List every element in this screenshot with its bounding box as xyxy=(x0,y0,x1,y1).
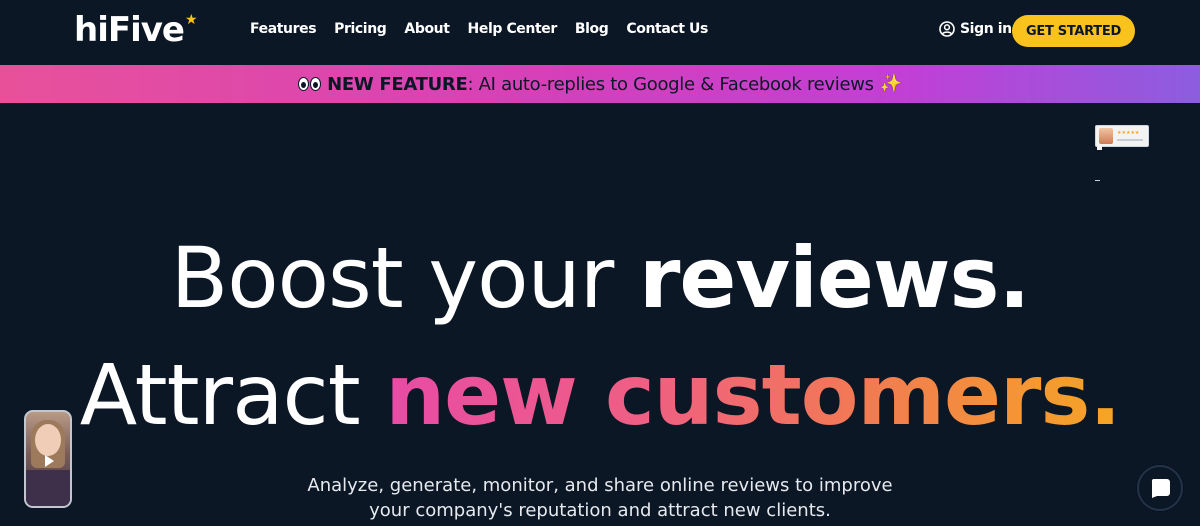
nav-help-center[interactable]: Help Center xyxy=(468,21,558,37)
nav-blog[interactable]: Blog xyxy=(575,21,609,37)
announcement-banner[interactable]: NEW FEATURE: AI auto-replies to Google &… xyxy=(0,65,1200,103)
hero-attract-text: Attract xyxy=(79,346,386,444)
hero-subtitle-line-2: your company's reputation and attract ne… xyxy=(369,500,831,521)
hero-headline-line-1: Boost your reviews. xyxy=(0,228,1200,328)
chat-launcher-button[interactable] xyxy=(1137,465,1183,511)
hero-customers-word: customers. xyxy=(605,346,1121,444)
nav-contact-us[interactable]: Contact Us xyxy=(626,21,708,37)
hifive-logo[interactable]: hiFive ★ xyxy=(74,10,198,50)
nav-about[interactable]: About xyxy=(404,21,450,37)
hero-reviews-text: reviews. xyxy=(638,229,1030,327)
logo-star-icon: ★ xyxy=(184,11,198,27)
video-person-face xyxy=(35,424,61,456)
nav-features[interactable]: Features xyxy=(250,21,317,37)
video-testimonial-bubble[interactable] xyxy=(24,410,72,508)
review-stars-icon: ★★★★★ xyxy=(1117,130,1140,136)
sign-in-label: Sign in xyxy=(960,21,1012,37)
review-preview: ★★★★★ xyxy=(1117,131,1143,141)
divider xyxy=(1095,180,1100,181)
play-icon xyxy=(45,455,54,467)
review-popup-tail xyxy=(1097,146,1102,150)
chat-icon xyxy=(1151,479,1170,498)
nav-pricing[interactable]: Pricing xyxy=(334,21,387,37)
hero-subtitle-line-1: Analyze, generate, monitor, and share on… xyxy=(307,475,893,496)
banner-text: NEW FEATURE: AI auto-replies to Google &… xyxy=(327,74,874,95)
site-header: hiFive ★ Features Pricing About Help Cen… xyxy=(0,0,1200,65)
banner-strong-label: NEW FEATURE xyxy=(327,73,468,95)
eyes-icon xyxy=(298,77,322,91)
get-started-button[interactable]: GET STARTED xyxy=(1012,15,1135,47)
sparkle-icon: ✨ xyxy=(879,73,902,94)
banner-message: : AI auto-replies to Google & Facebook r… xyxy=(467,73,874,95)
user-circle-icon xyxy=(939,21,955,37)
hero-subtitle: Analyze, generate, monitor, and share on… xyxy=(0,473,1200,523)
hero-new-customers-text: new customers. xyxy=(385,346,1120,444)
video-person-body xyxy=(26,470,70,506)
sign-in-link[interactable]: Sign in xyxy=(939,21,1012,37)
banner-content: NEW FEATURE: AI auto-replies to Google &… xyxy=(298,74,902,95)
reviewer-avatar xyxy=(1099,128,1113,144)
logo-text: hiFive xyxy=(74,10,185,50)
hero-new-word: new xyxy=(385,346,577,444)
review-popup-widget[interactable]: ★★★★★ xyxy=(1095,125,1149,147)
main-nav: Features Pricing About Help Center Blog … xyxy=(250,21,708,37)
hero-boost-text: Boost your xyxy=(170,229,639,327)
hero-headline-line-2: Attract new customers. xyxy=(0,345,1200,445)
